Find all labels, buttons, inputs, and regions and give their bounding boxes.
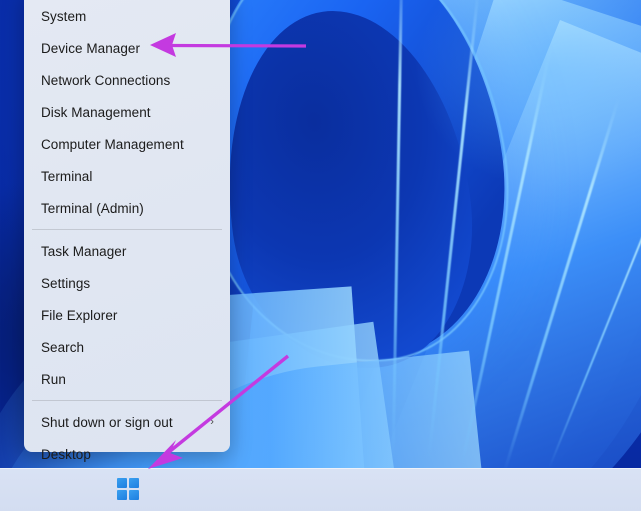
winx-power-user-menu: System Device Manager Network Connection… [24,0,230,462]
menu-item-label: Network Connections [41,72,171,88]
menu-item-label: Terminal [41,168,93,184]
menu-separator-2 [32,400,222,401]
menu-group-session: Shut down or sign out › Desktop [24,406,230,470]
screen: System Device Manager Network Connection… [0,0,641,511]
start-icon-tile-1 [117,478,127,488]
menu-item-label: Computer Management [41,136,184,152]
menu-item-label: Terminal (Admin) [41,200,144,216]
menu-group-system: System Device Manager Network Connection… [24,0,230,224]
menu-item-label: Search [41,339,85,355]
menu-item-label: System [41,8,87,24]
taskbar: Search [0,468,641,511]
menu-item-settings[interactable]: Settings [24,267,230,299]
menu-item-label: Disk Management [41,104,151,120]
menu-item-terminal-admin[interactable]: Terminal (Admin) [24,192,230,224]
menu-item-label: Shut down or sign out [41,414,173,430]
menu-item-task-manager[interactable]: Task Manager [24,235,230,267]
chevron-right-icon: › [210,415,214,428]
menu-item-file-explorer[interactable]: File Explorer [24,299,230,331]
menu-item-label: Desktop [41,446,91,462]
wallpaper-glow-right [380,0,641,220]
menu-separator-1 [32,229,222,230]
start-button[interactable] [113,474,143,504]
menu-item-label: Device Manager [41,40,140,56]
menu-item-run[interactable]: Run [24,363,230,395]
menu-item-disk-management[interactable]: Disk Management [24,96,230,128]
menu-group-tools: Task Manager Settings File Explorer Sear… [24,235,230,395]
menu-item-network-connections[interactable]: Network Connections [24,64,230,96]
menu-item-label: Run [41,371,66,387]
menu-item-label: File Explorer [41,307,118,323]
start-icon-tile-2 [129,478,139,488]
start-icon-tile-4 [129,490,139,500]
menu-item-computer-management[interactable]: Computer Management [24,128,230,160]
start-icon-tile-3 [117,490,127,500]
menu-item-terminal[interactable]: Terminal [24,160,230,192]
menu-item-label: Task Manager [41,243,127,259]
menu-item-system[interactable]: System [24,0,230,32]
menu-item-shut-down-or-sign-out[interactable]: Shut down or sign out › [24,406,230,438]
menu-item-device-manager[interactable]: Device Manager [24,32,230,64]
menu-item-search[interactable]: Search [24,331,230,363]
menu-item-label: Settings [41,275,91,291]
menu-item-desktop[interactable]: Desktop [24,438,230,470]
